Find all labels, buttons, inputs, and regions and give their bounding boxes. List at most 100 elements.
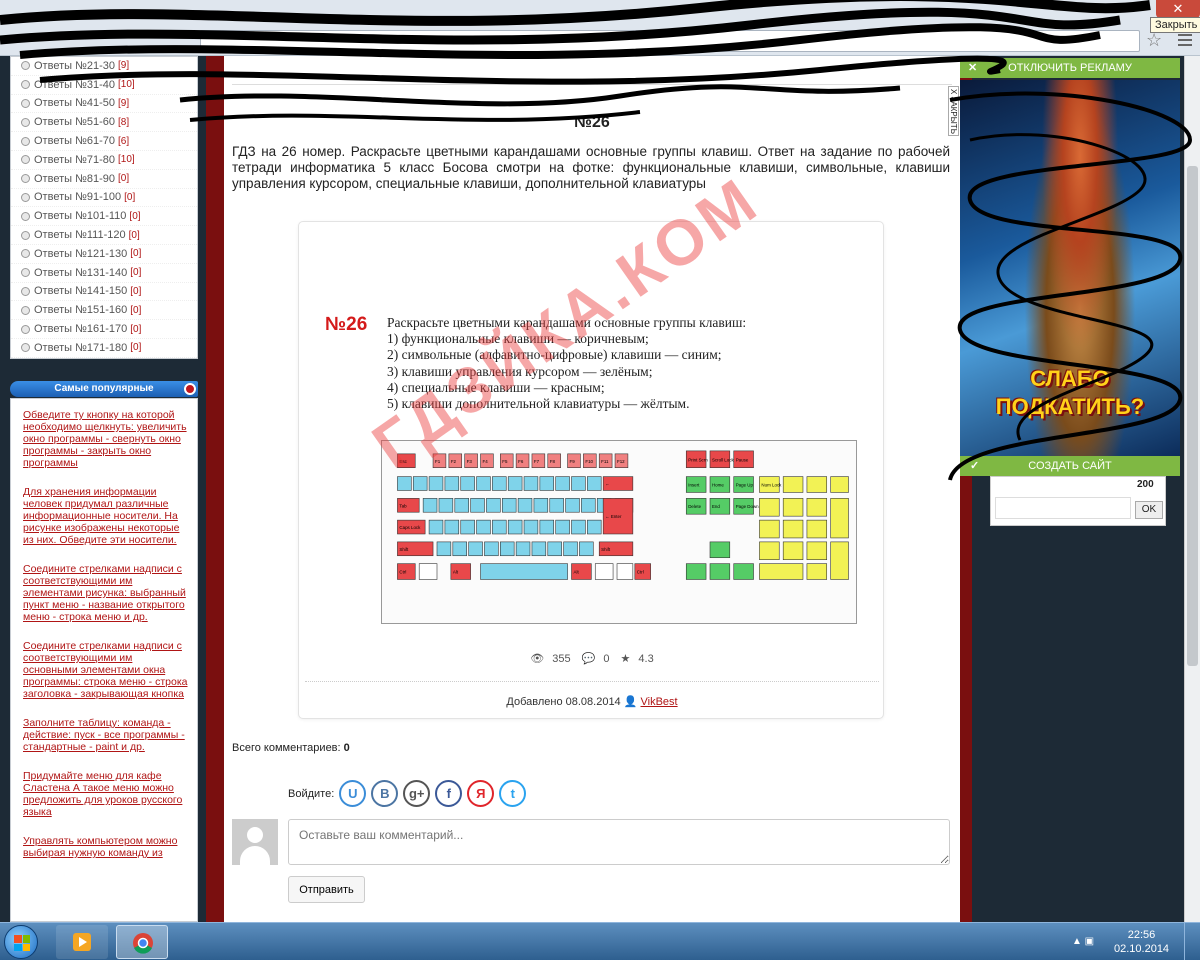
clock[interactable]: 22:56 02.10.2014 [1114,928,1169,956]
u-login-icon[interactable]: U [339,780,367,807]
comments-count: 0 [603,653,610,665]
key-label: F12 [617,459,625,464]
poll-field[interactable] [995,497,1131,519]
key-label: Shift [399,547,409,552]
sidebar-item[interactable]: Ответы №71-80 [10] [11,151,197,170]
popular-dot-icon [184,383,196,395]
sidebar-item-count: [0] [128,229,140,241]
popular-item-link[interactable]: Обведите ту кнопку на которой необходимо… [23,409,189,469]
key-label: Delete [688,504,701,509]
key-numpad-plus [830,498,849,539]
key-digit [539,476,555,491]
sidebar-item[interactable]: Ответы №91-100 [0] [11,189,197,208]
sidebar-item[interactable]: Ответы №41-50 [9] [11,95,197,114]
avatar [232,819,278,865]
social-login: Войдите: U Bg+ f Яt [288,780,527,807]
key-label: Ctrl [637,570,644,575]
close-icon[interactable]: ✕ [968,58,977,78]
vk-login-icon[interactable]: B [371,780,399,807]
browser-menu-icon[interactable] [1176,31,1194,49]
sidebar-item[interactable]: Ответы №151-160 [0] [11,301,197,321]
twitter-login-icon[interactable]: t [499,780,527,807]
key-letter [492,519,507,535]
sidebar-item-count: [0] [130,323,142,335]
sidebar-item[interactable]: Ответы №101-110 [0] [11,207,197,227]
comments-total: Всего комментариев: 0 [232,742,350,754]
sidebar-item[interactable]: Ответы №21-30 [9] [11,57,197,76]
key-label: F10 [585,459,593,464]
bookmark-star-icon[interactable]: ☆ [1146,30,1162,51]
key-label: Page Down [736,504,759,509]
yandex-login-icon[interactable]: Я [467,780,495,807]
bullet-icon [21,192,30,202]
comment-input[interactable] [288,819,950,865]
key-label: Ctrl [399,570,406,575]
sidebar-item[interactable]: Ответы №111-120 [0] [11,226,197,245]
key-digit [492,476,507,491]
media-player-button[interactable] [56,925,108,959]
create-site-bar[interactable]: ✓ СОЗДАТЬ САЙТ [960,456,1180,476]
media-player-icon [73,933,91,951]
key-letter [452,541,467,557]
key-letter [515,541,531,557]
popular-item-link[interactable]: Соедините стрелками надписи с соответств… [23,563,189,623]
sidebar-item[interactable]: Ответы №121-130 [0] [11,245,197,264]
author-link[interactable]: VikBest [641,696,678,708]
rating-icon: ★ [620,653,631,665]
show-desktop-button[interactable] [1184,923,1200,960]
divider [232,84,952,85]
popular-item-link[interactable]: Управлять компьютером можно выбирая нужн… [23,835,189,859]
key-letter [444,519,460,535]
sidebar-item[interactable]: Ответы №31-40 [10] [11,76,197,95]
sidebar-item-label: Ответы №21-30 [34,59,116,72]
tray-icons[interactable]: ▲ ▣ [1072,936,1094,947]
sidebar-item[interactable]: Ответы №161-170 [0] [11,320,197,339]
google-plus-login-icon[interactable]: g+ [403,780,431,807]
key-menu [616,563,634,580]
ok-button[interactable]: OK [1135,501,1163,519]
key-letter [523,519,539,535]
bullet-icon [21,249,30,259]
key-label: ← Enter [605,514,622,519]
facebook-login-icon[interactable]: f [435,780,463,807]
popular-item-link[interactable]: Заполните таблицу: команда - действие: п… [23,717,189,753]
key-letter [500,541,515,557]
sidebar-item-label: Ответы №151-160 [34,304,128,317]
key-letter [581,498,596,513]
scrollbar-thumb[interactable] [1187,166,1198,666]
key-letter [422,498,438,513]
sidebar-item-count: [10] [118,79,135,91]
key-letter [565,498,580,513]
key-numpad [806,498,828,517]
popular-item-link[interactable]: Соедините стрелками надписи с соответств… [23,640,189,700]
send-button[interactable]: Отправить [288,876,365,903]
key-numpad [830,476,849,493]
start-button[interactable] [4,925,38,959]
sidebar-item[interactable]: Ответы №131-140 [0] [11,264,197,283]
address-bar[interactable] [200,30,1140,52]
task-description: ГДЗ на 26 номер. Раскрасьте цветными кар… [232,144,950,191]
window-close-button[interactable]: ✕ [1156,0,1200,18]
sidebar-item[interactable]: Ответы №51-60 [8] [11,113,197,133]
key-label: Scroll Lock [712,457,734,462]
ad-banner[interactable]: СЛАБО ПОДКАТИТЬ? [960,80,1180,456]
ad-close-tab[interactable]: Х ЗАКРЫТЬ [948,86,959,136]
popular-item-link[interactable]: Придумайте меню для кафе Сластена А тако… [23,770,189,818]
disable-ads-bar[interactable]: ✕ ОТКЛЮЧИТЬ РЕКЛАМУ [960,58,1180,78]
comments-icon: 💬 [581,653,596,665]
bullet-icon [21,343,30,353]
bullet-icon [21,61,30,71]
sidebar-item[interactable]: Ответы №141-150 [0] [11,283,197,302]
sidebar-item[interactable]: Ответы №61-70 [6] [11,132,197,151]
sidebar-item-count: [10] [118,154,135,166]
vertical-scrollbar[interactable] [1184,56,1200,922]
popular-item-link[interactable]: Для хранения информации человек придумал… [23,486,189,546]
key-letter [436,541,452,557]
sidebar-item-count: [0] [130,248,142,260]
key-letter [468,541,483,557]
sidebar-item[interactable]: Ответы №171-180 [0] [11,339,197,358]
sidebar-item[interactable]: Ответы №81-90 [0] [11,170,197,189]
key-label: F9 [570,459,576,464]
chrome-button[interactable] [116,925,168,959]
key-digit [587,476,602,491]
